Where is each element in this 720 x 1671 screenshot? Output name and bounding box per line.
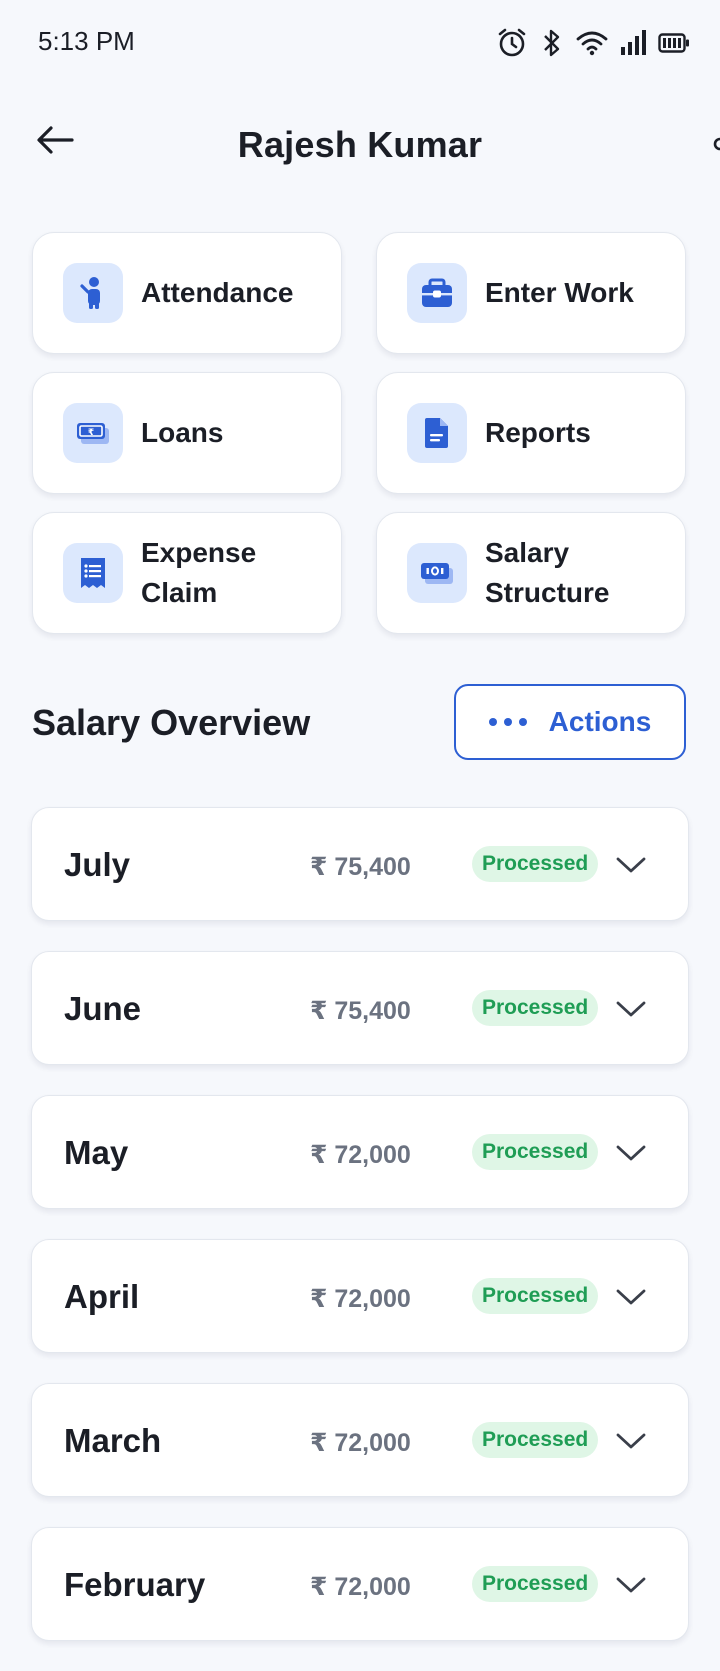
alarm-icon (498, 28, 526, 57)
tile-label: Salary Structure (485, 533, 609, 613)
salary-month: June (64, 990, 142, 1027)
tile-label: Expense Claim (141, 533, 256, 613)
status-badge: Processed (472, 990, 599, 1026)
salary-row[interactable]: March ₹ 72,000 Processed (31, 1383, 689, 1497)
tile-reports[interactable]: Reports (376, 372, 686, 494)
tile-label-line: Structure (485, 577, 610, 608)
salary-month: March (64, 1422, 162, 1459)
document-icon (407, 403, 467, 463)
tile-label: Attendance (141, 277, 294, 308)
tile-label-line: Expense (141, 537, 257, 568)
salary-amount: ₹ 72,000 (310, 1429, 411, 1457)
status-time: 5:13 PM (38, 26, 135, 56)
tile-label: Loans (141, 417, 224, 448)
chevron-down-icon[interactable] (614, 848, 648, 882)
tile-salary-structure[interactable]: Salary Structure (376, 512, 686, 634)
money-icon: ₹ (63, 403, 123, 463)
share-icon[interactable] (712, 134, 720, 154)
briefcase-icon (407, 263, 467, 323)
status-bar: 5:13 PM (0, 0, 720, 84)
svg-text:₹: ₹ (88, 428, 94, 438)
tile-label: Enter Work (485, 277, 634, 308)
section-title: Salary Overview (32, 702, 311, 743)
salary-month: April (64, 1278, 140, 1315)
salary-amount: ₹ 75,400 (310, 997, 411, 1025)
salary-row[interactable]: July ₹ 75,400 Processed (31, 807, 689, 921)
tile-expense-claim[interactable]: Expense Claim (32, 512, 342, 634)
page-title: Rajesh Kumar (237, 124, 483, 165)
signal-icon (621, 30, 646, 55)
chevron-down-icon[interactable] (614, 992, 648, 1026)
salary-amount: ₹ 72,000 (310, 1573, 411, 1601)
status-badge: Processed (472, 1566, 599, 1602)
app-header: Rajesh Kumar (0, 100, 720, 190)
status-icons (496, 26, 690, 60)
chevron-down-icon[interactable] (614, 1424, 648, 1458)
salary-amount: ₹ 75,400 (310, 853, 411, 881)
chevron-down-icon[interactable] (614, 1568, 648, 1602)
tile-loans[interactable]: ₹ Loans (32, 372, 342, 494)
more-dots-icon (488, 718, 527, 726)
actions-label: Actions (548, 706, 652, 737)
status-badge: Processed (472, 846, 599, 882)
status-badge: Processed (472, 1422, 599, 1458)
salary-overview-header: Salary Overview Actions (32, 684, 688, 760)
salary-row[interactable]: April ₹ 72,000 Processed (31, 1239, 689, 1353)
salary-row[interactable]: February ₹ 72,000 Processed (31, 1527, 689, 1641)
battery-icon (658, 33, 689, 53)
tile-label-line: Salary (485, 537, 570, 568)
actions-button[interactable]: Actions (454, 684, 686, 760)
salary-month: May (64, 1134, 129, 1171)
tile-attendance[interactable]: Attendance (32, 232, 342, 354)
person-icon (63, 263, 123, 323)
receipt-icon (63, 543, 123, 603)
tile-enter-work[interactable]: Enter Work (376, 232, 686, 354)
wifi-icon (576, 31, 608, 56)
tile-label-line: Claim (141, 577, 218, 608)
status-badge: Processed (472, 1134, 599, 1170)
cash-icon (407, 543, 467, 603)
salary-row[interactable]: June ₹ 75,400 Processed (31, 951, 689, 1065)
status-badge: Processed (472, 1278, 599, 1314)
salary-amount: ₹ 72,000 (310, 1141, 411, 1169)
bluetooth-icon (544, 29, 560, 57)
salary-row[interactable]: May ₹ 72,000 Processed (31, 1095, 689, 1209)
salary-month: July (64, 846, 131, 883)
chevron-down-icon[interactable] (614, 1280, 648, 1314)
quick-actions-grid: Attendance Enter Work ₹ Loans Reports Ex… (32, 232, 688, 634)
salary-amount: ₹ 72,000 (310, 1285, 411, 1313)
salary-month: February (64, 1566, 206, 1603)
tile-label: Reports (485, 417, 591, 448)
chevron-down-icon[interactable] (614, 1136, 648, 1170)
salary-list: July ₹ 75,400 Processed June ₹ 75,400 Pr… (31, 807, 689, 1671)
